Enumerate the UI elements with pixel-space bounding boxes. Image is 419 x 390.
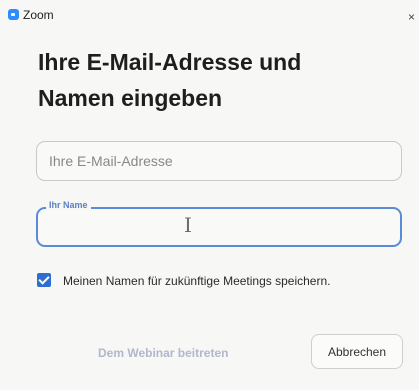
zoom-dialog-window: Zoom × Ihre E-Mail-Adresse und Namen ein… <box>0 0 419 390</box>
text-cursor-icon: I <box>184 213 192 237</box>
name-field-label: Ihr Name <box>46 200 91 210</box>
remember-name-checkbox[interactable] <box>37 273 51 287</box>
window-title: Zoom <box>23 8 54 22</box>
join-webinar-button[interactable]: Dem Webinar beitreten <box>98 346 228 360</box>
page-title-line-1: Ihre E-Mail-Adresse und <box>38 49 302 75</box>
zoom-logo-icon <box>8 9 19 20</box>
remember-name-label[interactable]: Meinen Namen für zukünftige Meetings spe… <box>63 274 330 288</box>
page-title: Ihre E-Mail-Adresse und Namen eingeben <box>38 44 398 116</box>
close-button[interactable]: × <box>408 10 415 24</box>
cancel-button[interactable]: Abbrechen <box>311 334 403 369</box>
title-bar: Zoom × <box>0 0 419 24</box>
email-field-container <box>36 141 402 181</box>
name-field[interactable] <box>38 209 400 245</box>
name-field-container <box>36 207 402 247</box>
email-field[interactable] <box>37 142 401 180</box>
page-title-line-2: Namen eingeben <box>38 85 223 111</box>
